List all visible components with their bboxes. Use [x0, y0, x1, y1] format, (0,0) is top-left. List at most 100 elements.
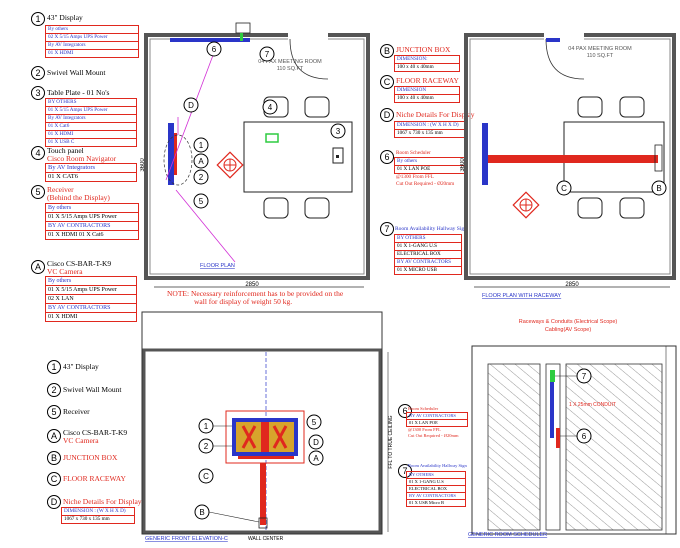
callout-7: 7: [259, 46, 275, 62]
room-area: 110 SQ.FT: [587, 53, 614, 59]
scheduler-row: Cut Out Required - Ø20mm: [408, 433, 459, 438]
chair: [619, 197, 645, 219]
scheduler-box-7: BY OTHERS 01 X 1-GANG U.S ELECTRICAL BOX…: [406, 471, 466, 507]
callout-6: 6: [576, 428, 592, 444]
chair: [619, 96, 645, 118]
note-line-2: wall for display of weight 50 kg.: [194, 297, 293, 306]
legend-row: 100 x 40 x 40mm: [397, 95, 434, 101]
legend-marker-1: 1: [47, 360, 61, 374]
legend-marker-c: C: [380, 75, 394, 89]
legend-row: BY OTHERS: [395, 235, 461, 243]
legend-marker-2: 2: [31, 66, 45, 80]
scheduler-caption: GENERIC ROOM SCHEDULER: [468, 532, 547, 538]
legend-marker-c: C: [47, 472, 61, 486]
legend-table-junction-box: DIMENSION: 100 x 40 x 40mm: [394, 55, 460, 72]
legend-marker-a: A: [31, 260, 45, 274]
legend-subtitle-camera: VC Camera: [63, 436, 99, 445]
legend-marker-d: D: [380, 108, 394, 122]
scheduler-box-7-title: Room Availability Hallway Sign: [408, 463, 467, 468]
north-symbol: [216, 151, 244, 179]
legend-row: By others: [46, 26, 138, 34]
legend-row: 01 X CAT6: [48, 173, 78, 180]
svg-text:5: 5: [312, 418, 317, 427]
scheduler-row: BY AV CONTRACTORS: [406, 412, 468, 420]
legend-title-floor-raceway: FLOOR RACEWAY: [396, 76, 459, 85]
legend-row: DIMENSION : (W X H X D): [62, 508, 134, 516]
svg-text:D: D: [188, 101, 194, 110]
chair: [577, 96, 603, 118]
legend-row: BY AV CONTRACTORS: [395, 259, 461, 267]
floor-plan-raceway: 2850 3600 04 PAX MEETING ROOM 110 SQ.FT …: [460, 32, 676, 299]
hallway-sign-conduit: [546, 38, 560, 42]
svg-text:B: B: [656, 184, 661, 193]
callout-d: D: [183, 97, 199, 113]
legend-row: 01 X 1-GANG U.S: [395, 243, 461, 251]
legend-row: 01 X 5/15 Amps UPS Power: [46, 107, 136, 115]
wall-center-label: WALL CENTER: [248, 536, 284, 542]
conduit-label: 1 X 25mm CONDUIT: [569, 402, 616, 408]
legend-row: 01 X 5/15 Amps UPS Power: [46, 286, 136, 295]
svg-text:A: A: [313, 454, 319, 463]
legend-row: ELECTRICAL BOX: [395, 251, 461, 259]
svg-text:2: 2: [204, 442, 209, 451]
legend-table-camera: By others 01 X 5/15 Amps UPS Power 02 X …: [45, 276, 137, 322]
scheduler-box: [556, 428, 560, 448]
svg-text:B: B: [199, 508, 204, 517]
scheduler-row: BY AV CONTRACTORS: [407, 493, 465, 500]
callout-b: B: [194, 504, 210, 520]
legend-title-display: 43" Display: [63, 362, 99, 371]
legend-row: 1067 x 730 x 135 mm: [397, 130, 443, 136]
legend-row: BY OTHERS: [46, 99, 136, 107]
floor-plan: 2850 3600 04 PAX MEETING ROOM 110 SQ.FT …: [140, 22, 370, 288]
legend-row: By others: [46, 204, 138, 213]
legend-row: By AV Integrators: [46, 115, 136, 123]
legend-row: 02 X LAN: [46, 295, 136, 304]
legend-row: 01 X HDMI: [46, 131, 136, 139]
door-swing: [545, 38, 585, 80]
conduit-blue: [550, 382, 554, 438]
glass-panel-left: [487, 363, 541, 531]
legend-marker-a: A: [47, 429, 61, 443]
legend-row: DIMENSION:: [395, 56, 459, 64]
scheduler-row: ELECTRICAL BOX: [407, 486, 465, 493]
legend-table-touch-panel: By AV Integrators 01 X CAT6: [45, 163, 137, 182]
legend-row: BY AV CONTRACTORS: [46, 304, 136, 313]
legend-row: 01 X USB C: [48, 139, 75, 145]
front-elevation: FFL TO TRUE CEILING 1 2 C 5 D A B GENERI…: [141, 311, 394, 542]
svg-text:A: A: [198, 157, 204, 166]
legend-row: 01 X Cat6: [46, 123, 136, 131]
legend-title-floor-raceway: FLOOR RACEWAY: [63, 474, 126, 483]
legend-row: 100 x 40 x 40mm: [397, 64, 434, 70]
svg-text:1: 1: [199, 141, 204, 150]
legend-row: Room Scheduler: [396, 150, 431, 156]
legend-row: 01 X LAN POE: [394, 166, 466, 174]
legend-title-wall-mount: Swivel Wall Mount: [63, 385, 122, 394]
legend-title-hallway-sign: Room Availability Hallway Sign: [395, 226, 467, 232]
floor-plan-raceway-caption: FLOOR PLAN WITH RACEWAY: [482, 293, 561, 299]
north-symbol: [512, 191, 540, 219]
legend-marker-1: 1: [31, 12, 45, 26]
legend-title-junction-box: JUNCTION BOX: [396, 45, 451, 54]
callout-a: A: [308, 450, 324, 466]
callout-6: 6: [206, 41, 222, 57]
display-marker: [482, 123, 488, 185]
legend-subtitle-camera: VC Camera: [47, 267, 83, 276]
dim-text: FFL TO TRUE CEILING: [388, 415, 394, 468]
legend-row: DIMENSION: [395, 87, 459, 95]
legend-row: By others: [46, 277, 136, 286]
legend-row: 1067 x 730 x 135 mm: [64, 516, 110, 522]
callout-5: 5: [306, 414, 322, 430]
svg-text:C: C: [203, 472, 209, 481]
floor-raceway-bar: [486, 155, 658, 163]
legend-table-table-plate: BY OTHERS 01 X 5/15 Amps UPS Power By AV…: [45, 98, 137, 147]
callout-1: 1: [198, 418, 214, 434]
callout-3: 3: [330, 123, 346, 139]
scheduler-title-1: Raceways & Conduits (Electrical Scope): [519, 319, 618, 325]
legend-table-display: By others 02 X 5/15 Amps UPS Power By AV…: [45, 25, 139, 58]
legend-row: 01 X 5/15 Amps UPS Power: [46, 213, 138, 222]
svg-text:1: 1: [204, 422, 209, 431]
legend-row: 01 X MICRO USB: [397, 267, 437, 273]
legend-title-junction-box: JUNCTION BOX: [63, 453, 118, 462]
room-walls: [144, 33, 370, 280]
legend-row: DIMENSION : (W X H X D): [395, 122, 467, 130]
